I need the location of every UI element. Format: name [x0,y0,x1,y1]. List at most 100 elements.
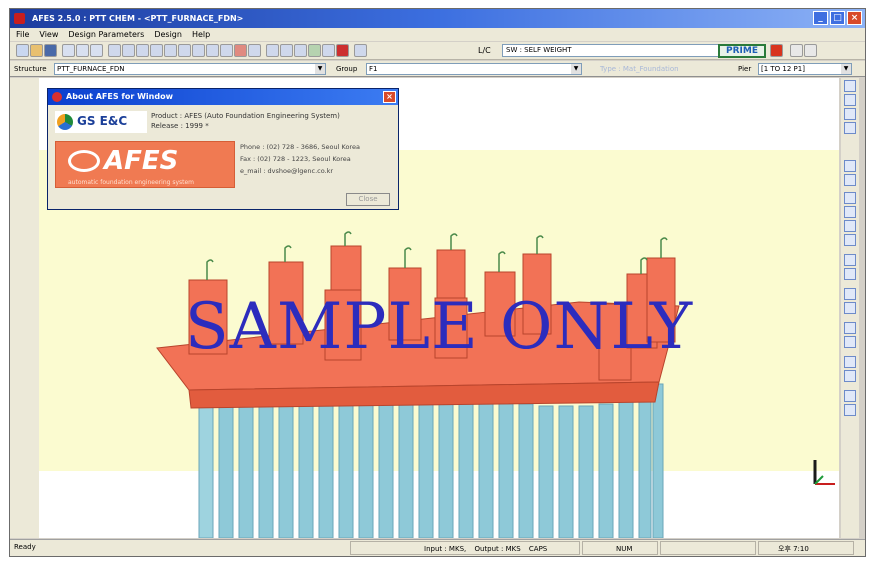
settings-icon[interactable] [844,404,856,416]
email: e_mail : dvshoe@lgenc.co.kr [240,167,334,175]
scrl-pane [660,541,756,555]
phone: Phone : (02) 728 - 3686, Seoul Korea [240,143,360,151]
group-label: Group [336,65,358,73]
menu-help[interactable]: Help [192,28,210,41]
down-arrow-icon[interactable] [336,44,349,57]
print-icon[interactable] [770,44,783,57]
print-view-icon[interactable] [844,356,856,368]
zoom-window-icon[interactable] [844,220,856,232]
pile-icon[interactable] [150,44,163,57]
pedestal-icon[interactable] [122,44,135,57]
zoom-in-icon[interactable] [844,80,856,92]
gs-logo-text: GS E&C [77,114,128,128]
wall-icon[interactable] [178,44,191,57]
section-icon[interactable] [844,322,856,334]
right-toolbar [841,78,859,538]
chevron-down-icon[interactable]: ▼ [841,64,851,74]
clock: 오후 7:10 [778,545,809,553]
label-icon[interactable] [844,336,856,348]
pier-select[interactable]: [1 TO 12 P1] ▼ [758,63,852,75]
chevron-left-icon[interactable] [804,44,817,57]
dialog-title: About AFES for Window [66,92,173,101]
view-iso-icon[interactable] [844,206,856,218]
group-select[interactable]: F1 ▼ [366,63,582,75]
rotate-view-icon[interactable] [844,122,856,134]
window-title: AFES 2.5.0 : PTT CHEM - <PTT_FURNACE_FDN… [32,14,244,23]
pan-icon[interactable] [844,108,856,120]
title-bar[interactable]: AFES 2.5.0 : PTT CHEM - <PTT_FURNACE_FDN… [10,9,865,28]
view-3d-icon[interactable] [266,44,279,57]
zoom-out-icon[interactable] [844,94,856,106]
structure-value: PTT_FURNACE_FDN [57,65,125,73]
menu-file[interactable]: File [16,28,29,41]
chevron-down-icon[interactable]: ▼ [571,64,581,74]
release-line: Release : 1999 * [151,122,209,130]
load-icon[interactable] [206,44,219,57]
report-icon[interactable] [322,44,335,57]
axis-triad-icon [813,460,835,485]
save-icon[interactable] [44,44,57,57]
dialog-app-icon [52,92,62,102]
measure-icon[interactable] [844,302,856,314]
menu-design[interactable]: Design [154,28,182,41]
rotate-icon[interactable] [280,44,293,57]
structure-label: Structure [14,65,47,73]
clock-pane: 오후 7:10 [758,541,854,555]
drawing-icon[interactable] [308,44,321,57]
about-dialog: About AFES for Window × GS E&C Product :… [47,88,399,210]
dialog-title-bar[interactable]: About AFES for Window × [48,89,398,105]
afes-banner-subtitle: automatic foundation engineering system [68,179,195,186]
column-icon[interactable] [108,44,121,57]
load-case-field[interactable]: SW : SELF WEIGHT [502,44,722,57]
wireframe-icon[interactable] [844,254,856,266]
left-strip [10,78,39,538]
caps-indicator: CAPS [528,545,548,553]
zoom-all-icon[interactable] [844,234,856,246]
beam-icon[interactable] [164,44,177,57]
prime-button[interactable]: PRIME [718,44,766,58]
maximize-button[interactable]: □ [830,11,845,25]
gs-logo: GS E&C [55,111,147,133]
load-case-icon[interactable] [354,44,367,57]
elevation-view-icon[interactable] [90,44,103,57]
menu-view[interactable]: View [39,28,58,41]
menu-design-parameters[interactable]: Design Parameters [68,28,144,41]
refresh-icon[interactable] [844,390,856,402]
view-top-icon[interactable] [844,192,856,204]
new-file-icon[interactable] [16,44,29,57]
help-icon[interactable] [790,44,803,57]
structure-bar: Structure PTT_FURNACE_FDN ▼ Group F1 ▼ T… [10,61,865,77]
afes-banner: AFES automatic foundation engineering sy… [55,141,235,188]
view-front-icon[interactable] [844,160,856,172]
slab-icon[interactable] [192,44,205,57]
status-bar: Ready Input : MKS, Output : MKS CAPS NUM… [10,539,865,556]
dialog-close-icon[interactable]: × [383,91,396,103]
moment-icon[interactable] [220,44,233,57]
plan-view-icon[interactable] [76,44,89,57]
num-indicator: NUM [616,545,633,553]
minimize-button[interactable]: _ [813,11,828,25]
chevron-down-icon[interactable]: ▼ [315,64,325,74]
close-button[interactable]: × [847,11,862,25]
status-ready: Ready [14,543,36,551]
shade-icon[interactable] [844,268,856,280]
gs-swirl-icon [57,114,73,130]
export-icon[interactable] [844,370,856,382]
output-units: Output : MKS [474,545,521,553]
afes-banner-title: AFES [104,146,179,176]
structure-select[interactable]: PTT_FURNACE_FDN ▼ [54,63,326,75]
analysis-icon[interactable] [234,44,247,57]
check-icon[interactable] [248,44,261,57]
app-icon [14,13,25,24]
dialog-close-button[interactable]: Close [346,193,390,206]
open-folder-icon[interactable] [30,44,43,57]
type-text: Type : Mat_Foundation [600,65,679,73]
afes-swirl-icon [68,150,100,172]
view-side-icon[interactable] [844,174,856,186]
layer-icon[interactable] [844,288,856,300]
footing-icon[interactable] [136,44,149,57]
render-icon[interactable] [294,44,307,57]
grid-icon[interactable] [62,44,75,57]
contact-info: Phone : (02) 728 - 3686, Seoul Korea Fax… [240,141,360,177]
input-units: Input : MKS, [424,545,467,553]
